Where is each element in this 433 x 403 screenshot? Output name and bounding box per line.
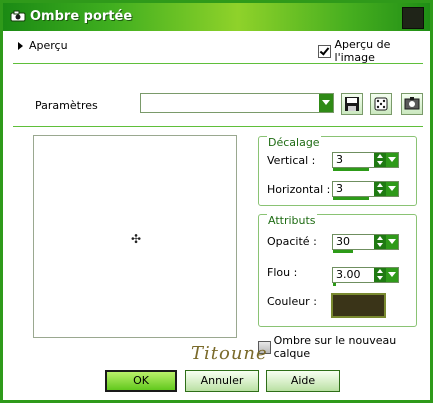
vertical-stepper-icon[interactable]	[374, 153, 386, 167]
preview-toggle[interactable]: Aperçu	[18, 39, 68, 52]
preview-toggle-label: Aperçu	[29, 39, 68, 52]
help-button[interactable]: Aide	[266, 370, 340, 392]
horizontal-spinbox[interactable]: 3	[332, 181, 399, 200]
horizontal-value: 3	[336, 182, 343, 195]
preview-pane[interactable]: ✣	[33, 135, 237, 338]
close-icon[interactable]	[402, 7, 424, 29]
cancel-button[interactable]: Annuler	[185, 370, 259, 392]
vertical-dropdown-icon[interactable]	[386, 153, 398, 167]
vertical-slider[interactable]	[333, 168, 369, 171]
chevron-down-icon[interactable]	[319, 94, 333, 112]
blur-stepper-icon[interactable]	[374, 268, 386, 282]
params-label: Paramètres	[35, 99, 98, 112]
opacity-stepper-icon[interactable]	[374, 235, 386, 249]
shadow-color-swatch[interactable]	[331, 293, 386, 318]
opacity-dropdown-icon[interactable]	[386, 235, 398, 249]
save-preset-button[interactable]	[341, 93, 363, 115]
opacity-slider[interactable]	[333, 250, 353, 253]
opacity-value: 30	[336, 235, 350, 248]
blur-spinbox[interactable]: 3.00	[332, 267, 399, 286]
blur-slider[interactable]	[333, 283, 336, 286]
opacity-spinbox[interactable]: 30	[332, 234, 399, 253]
attributes-group-title: Attributs	[267, 214, 317, 227]
horizontal-stepper-icon[interactable]	[374, 182, 386, 196]
image-preview-label: Aperçu de l'image	[334, 38, 391, 64]
title-bar[interactable]: Ombre portée	[3, 3, 430, 31]
watermark-logo: Titoune	[191, 343, 268, 364]
new-layer-label: Ombre sur le nouveau calque	[273, 334, 397, 360]
blur-value: 3.00	[336, 268, 361, 281]
reset-preset-icon	[404, 97, 420, 110]
vertical-label: Vertical :	[267, 154, 316, 167]
window-title: Ombre portée	[30, 9, 133, 24]
params-preset-dropdown[interactable]	[140, 93, 334, 113]
vertical-spinbox[interactable]: 3	[332, 152, 399, 171]
horizontal-dropdown-icon[interactable]	[386, 182, 398, 196]
vertical-value: 3	[336, 153, 343, 166]
drop-shadow-dialog: Ombre portée Aperçu Aperçu de l'image Pa…	[0, 0, 433, 403]
image-preview-checkbox[interactable]	[318, 44, 331, 58]
camera-icon	[10, 10, 26, 22]
divider	[13, 63, 423, 64]
crosshair-icon: ✣	[131, 232, 142, 246]
image-preview-checkbox-row[interactable]: Aperçu de l'image	[318, 38, 430, 64]
horizontal-label: Horizontal :	[267, 183, 331, 196]
new-layer-checkbox-row[interactable]: Ombre sur le nouveau calque	[258, 334, 430, 360]
reset-preset-button[interactable]	[401, 93, 423, 115]
blur-dropdown-icon[interactable]	[386, 268, 398, 282]
random-button[interactable]	[370, 93, 392, 115]
color-label: Couleur :	[267, 295, 317, 308]
expand-arrow-icon	[18, 41, 23, 50]
save-preset-icon	[345, 97, 359, 111]
ok-button[interactable]: OK	[105, 370, 177, 392]
divider	[13, 126, 423, 127]
opacity-label: Opacité :	[267, 235, 317, 248]
offset-group: Décalage Vertical : 3 Horizontal : 3	[258, 136, 417, 206]
offset-group-title: Décalage	[267, 136, 321, 149]
random-dice-icon	[374, 97, 388, 111]
horizontal-slider[interactable]	[333, 197, 369, 200]
blur-label: Flou :	[267, 266, 298, 279]
